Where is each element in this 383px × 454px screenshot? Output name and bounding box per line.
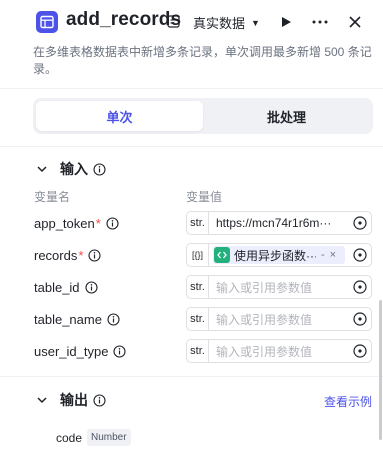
scrollbar[interactable] bbox=[379, 300, 382, 440]
table-id-field[interactable]: str. 输入或引用参数值 bbox=[186, 275, 372, 299]
mode-switch: 单次 批处理 bbox=[33, 98, 373, 134]
more-button[interactable] bbox=[310, 12, 330, 32]
chevron-down-icon bbox=[37, 166, 47, 173]
info-icon bbox=[93, 162, 106, 176]
user-id-type-field[interactable]: str. 输入或引用参数值 bbox=[186, 339, 372, 363]
table-name-field[interactable]: str. 输入或引用参数值 bbox=[186, 307, 372, 331]
chip-separator: - bbox=[321, 249, 325, 261]
env-selector[interactable]: 真实数据 ▼ bbox=[193, 13, 260, 32]
input-section-title: 输入 bbox=[60, 161, 88, 177]
divider bbox=[0, 88, 383, 89]
required-mark: * bbox=[78, 248, 84, 263]
close-icon bbox=[349, 16, 361, 28]
node-description: 在多维表格数据表中新增多条记录，单次调用最多新增 500 条记录。 bbox=[33, 45, 372, 76]
chevron-down-icon bbox=[37, 397, 47, 404]
close-button[interactable] bbox=[345, 12, 365, 32]
param-label-app-token: app_token * bbox=[34, 216, 119, 231]
edit-info-icon[interactable] bbox=[167, 15, 180, 28]
output-section-title: 输出 bbox=[60, 392, 88, 408]
reference-variable-icon[interactable] bbox=[353, 312, 367, 326]
info-icon bbox=[107, 313, 120, 326]
reference-variable-icon[interactable] bbox=[353, 216, 367, 230]
chip-label: 使用异步函数··· bbox=[234, 248, 316, 263]
table-name-input[interactable]: 输入或引用参数值 bbox=[216, 311, 344, 328]
info-icon bbox=[93, 393, 106, 407]
code-icon bbox=[214, 247, 230, 263]
column-header-value: 变量值 bbox=[186, 190, 223, 204]
required-mark: * bbox=[95, 216, 101, 231]
output-field-name: code bbox=[56, 431, 83, 445]
reference-chip[interactable]: 使用异步函数··· - × bbox=[213, 246, 345, 264]
table-id-input[interactable]: 输入或引用参数值 bbox=[216, 279, 344, 296]
column-header-name: 变量名 bbox=[34, 190, 71, 204]
app-token-value[interactable]: https://mcn74r1r6m··· bbox=[216, 216, 344, 230]
type-tag[interactable]: str. bbox=[187, 212, 209, 234]
param-label-table-id: table_id bbox=[34, 280, 98, 295]
run-button[interactable] bbox=[276, 12, 296, 32]
output-section-header[interactable]: 输出 bbox=[36, 390, 106, 410]
type-tag[interactable]: str. bbox=[187, 308, 209, 330]
type-tag[interactable]: str. bbox=[187, 340, 209, 362]
reference-variable-icon[interactable] bbox=[353, 344, 367, 358]
caret-down-icon: ▼ bbox=[251, 17, 260, 28]
param-label-table-name: table_name bbox=[34, 312, 120, 327]
info-icon bbox=[113, 345, 127, 358]
reference-variable-icon[interactable] bbox=[353, 280, 367, 294]
node-title: add_records bbox=[66, 9, 182, 30]
chip-remove-icon[interactable]: × bbox=[330, 249, 336, 261]
info-icon bbox=[88, 249, 101, 262]
reference-variable-icon[interactable] bbox=[353, 248, 367, 262]
tab-batch[interactable]: 批处理 bbox=[203, 101, 370, 131]
info-icon bbox=[84, 281, 98, 294]
records-field[interactable]: [{}] 使用异步函数··· - × bbox=[186, 243, 372, 267]
input-section-header[interactable]: 输入 bbox=[36, 159, 106, 179]
table-grid-icon bbox=[36, 11, 58, 33]
type-tag[interactable]: [{}] bbox=[187, 244, 209, 266]
app-token-field[interactable]: str. https://mcn74r1r6m··· bbox=[186, 211, 372, 235]
info-icon bbox=[106, 217, 119, 230]
tab-single[interactable]: 单次 bbox=[36, 101, 203, 131]
view-example-link[interactable]: 查看示例 bbox=[324, 393, 372, 410]
more-dots-icon bbox=[312, 20, 328, 24]
user-id-type-input[interactable]: 输入或引用参数值 bbox=[216, 343, 344, 360]
output-field-type-badge: Number bbox=[87, 429, 131, 446]
type-tag[interactable]: str. bbox=[187, 276, 209, 298]
param-label-user-id-type: user_id_type bbox=[34, 344, 127, 359]
node-header: add_records 真实数据 ▼ bbox=[0, 0, 383, 44]
play-icon bbox=[282, 17, 291, 27]
divider bbox=[0, 146, 383, 147]
env-label: 真实数据 bbox=[193, 16, 246, 31]
divider bbox=[0, 376, 383, 377]
param-label-records: records * bbox=[34, 248, 101, 263]
